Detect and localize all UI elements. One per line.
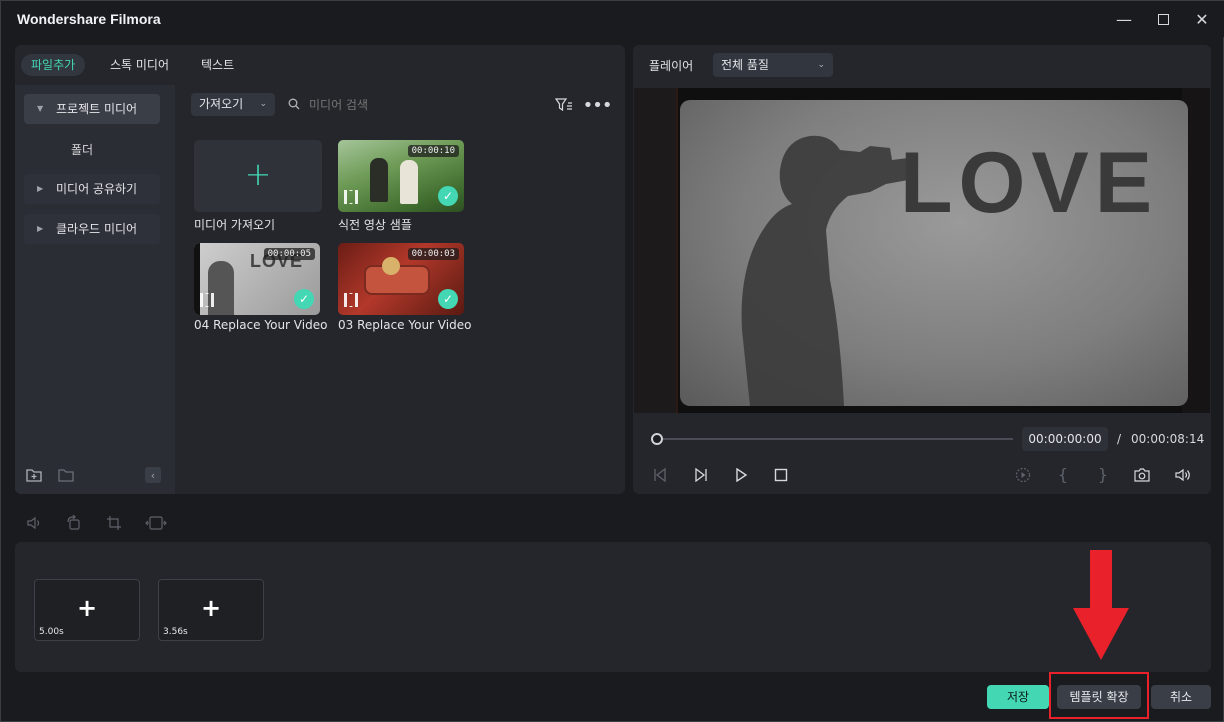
duration-badge: 00:00:10 <box>407 145 459 157</box>
search-input[interactable] <box>309 94 509 116</box>
render-preview-icon[interactable] <box>1014 466 1032 484</box>
collapse-sidebar-icon[interactable]: ‹ <box>145 467 161 483</box>
time-separator: / <box>1117 432 1122 446</box>
media-item-thumbnail[interactable]: 00:00:10 ✓ <box>338 140 464 212</box>
caret-down-icon: ▼ <box>37 104 44 113</box>
media-sidebar <box>15 85 175 494</box>
rotate-icon[interactable] <box>65 514 83 532</box>
check-icon: ✓ <box>438 289 458 309</box>
previous-frame-icon[interactable] <box>651 466 669 484</box>
import-media-tile[interactable]: + <box>194 140 322 212</box>
film-icon <box>200 293 214 307</box>
more-options-icon[interactable]: ••• <box>583 95 613 116</box>
maximize-icon[interactable] <box>1151 9 1175 29</box>
title-bar: Wondershare Filmora — ✕ <box>1 1 1224 37</box>
camera-reel <box>382 257 400 275</box>
volume-icon[interactable] <box>1174 466 1192 484</box>
plus-icon: + <box>244 155 272 193</box>
check-icon: ✓ <box>294 289 314 309</box>
import-dropdown-label: 가져오기 <box>199 97 244 111</box>
filmmaker-silhouette <box>741 135 908 406</box>
slot-duration: 3.56s <box>163 627 188 637</box>
timeline-slot[interactable]: + 3.56s <box>158 579 264 641</box>
play-icon[interactable] <box>732 466 750 484</box>
sidebar-item-folder[interactable]: 폴더 <box>71 141 93 158</box>
media-item-name: 04 Replace Your Video <box>194 318 328 332</box>
total-time: 00:00:08:14 <box>1131 432 1205 446</box>
filmora-window: Wondershare Filmora — ✕ 파일추가 스톡 미디어 텍스트 … <box>0 0 1224 722</box>
plus-icon: + <box>200 594 222 622</box>
stop-icon[interactable] <box>772 466 790 484</box>
cancel-button[interactable]: 취소 <box>1151 685 1211 709</box>
playhead-handle[interactable] <box>651 433 663 445</box>
duration-badge: 00:00:05 <box>263 248 315 260</box>
sidebar-item-label: 프로젝트 미디어 <box>56 102 138 116</box>
caret-right-icon: ▶ <box>37 224 44 233</box>
snapshot-icon[interactable] <box>1133 466 1151 484</box>
duration-badge: 00:00:03 <box>407 248 459 260</box>
search-icon <box>287 97 301 111</box>
close-icon[interactable]: ✕ <box>1190 9 1214 29</box>
minimize-icon[interactable]: — <box>1112 9 1136 29</box>
expand-template-button[interactable]: 템플릿 확장 <box>1057 685 1141 709</box>
tab-stock-media[interactable]: 스톡 미디어 <box>100 54 179 76</box>
fit-icon[interactable] <box>144 514 168 532</box>
quality-dropdown[interactable]: 전체 품질 ⌄ <box>713 53 833 77</box>
sidebar-item-project-media[interactable]: ▼ 프로젝트 미디어 <box>24 94 160 124</box>
media-item-name: 03 Replace Your Video <box>338 318 472 332</box>
crop-icon[interactable] <box>105 514 123 532</box>
film-icon <box>344 190 358 204</box>
media-item-name: 식전 영상 샘플 <box>338 218 412 232</box>
current-time-field[interactable]: 00:00:00:00 <box>1022 427 1108 451</box>
red-arrow-annotation <box>1073 550 1129 660</box>
player-label: 플레이어 <box>649 59 694 73</box>
sidebar-item-cloud-media[interactable]: ▶ 클라우드 미디어 <box>24 214 160 244</box>
plus-icon: + <box>76 594 98 622</box>
save-button[interactable]: 저장 <box>987 685 1049 709</box>
filter-icon[interactable] <box>554 96 574 114</box>
chevron-down-icon: ⌄ <box>817 60 825 70</box>
person-silhouette <box>370 158 388 202</box>
next-frame-icon[interactable] <box>692 466 710 484</box>
import-dropdown[interactable]: 가져오기 ⌄ <box>191 93 275 116</box>
film-strip-left <box>634 88 678 413</box>
media-item-thumbnail[interactable]: 00:00:03 ✓ <box>338 243 464 315</box>
media-item-thumbnail[interactable]: LOVE 00:00:05 ✓ <box>194 243 320 315</box>
video-preview: LOVE <box>634 88 1210 413</box>
check-icon: ✓ <box>438 186 458 206</box>
folder-icon[interactable] <box>57 466 75 484</box>
sidebar-item-label: 미디어 공유하기 <box>56 182 138 196</box>
sidebar-item-label: 클라우드 미디어 <box>56 222 138 236</box>
film-icon <box>344 293 358 307</box>
person-silhouette <box>400 160 418 204</box>
caret-right-icon: ▶ <box>37 184 44 193</box>
window-title: Wondershare Filmora <box>17 11 161 27</box>
sidebar-item-media-share[interactable]: ▶ 미디어 공유하기 <box>24 174 160 204</box>
projection-screen: LOVE <box>680 100 1188 406</box>
quality-label: 전체 품질 <box>721 58 769 72</box>
mark-out-icon[interactable]: } <box>1094 465 1112 484</box>
tab-file-add[interactable]: 파일추가 <box>21 54 86 76</box>
audio-icon[interactable] <box>26 514 44 532</box>
tab-text[interactable]: 텍스트 <box>191 54 244 76</box>
chevron-down-icon: ⌄ <box>259 99 267 109</box>
slot-duration: 5.00s <box>39 627 64 637</box>
mark-in-icon[interactable]: { <box>1054 465 1072 484</box>
add-folder-icon[interactable] <box>25 466 43 484</box>
import-media-label: 미디어 가져오기 <box>194 218 276 232</box>
timeline-slot[interactable]: + 5.00s <box>34 579 140 641</box>
playback-track[interactable] <box>657 438 1013 440</box>
